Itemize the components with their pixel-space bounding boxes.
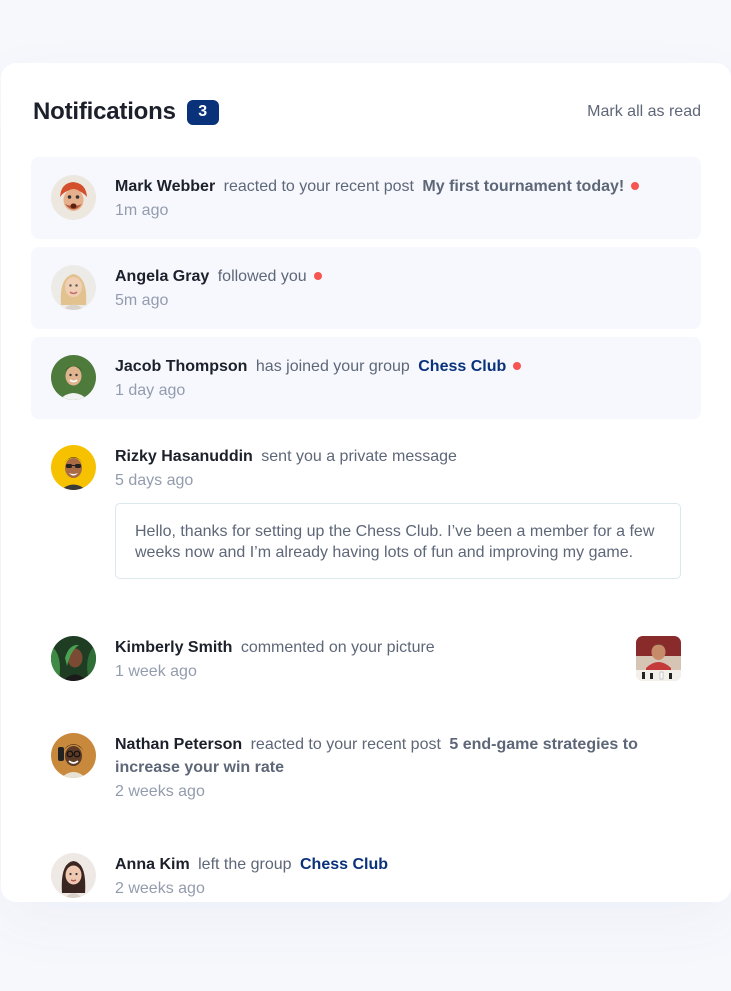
timestamp: 5 days ago bbox=[115, 472, 194, 489]
timestamp: 2 weeks ago bbox=[115, 783, 205, 800]
notification-action: sent you a private message bbox=[261, 448, 457, 465]
timestamp: 5m ago bbox=[115, 292, 169, 309]
avatar-mark-webber[interactable] bbox=[51, 175, 96, 220]
notification-item[interactable]: Mark Webber reacted to your recent post … bbox=[31, 157, 701, 239]
avatar-anna-kim[interactable] bbox=[51, 853, 96, 898]
notification-text: Anna Kim left the group Chess Club bbox=[115, 853, 681, 876]
notifications-card: Notifications 3 Mark all as read Mark We… bbox=[1, 63, 731, 902]
avatar-jacob-thompson[interactable] bbox=[51, 355, 96, 400]
avatar-rizky-hasanuddin[interactable] bbox=[51, 445, 96, 490]
user-name[interactable]: Rizky Hasanuddin bbox=[115, 448, 253, 465]
notification-action: reacted to your recent post bbox=[250, 736, 441, 753]
user-name[interactable]: Angela Gray bbox=[115, 268, 209, 285]
unread-dot bbox=[513, 361, 522, 370]
notification-action: commented on your picture bbox=[240, 639, 435, 656]
unread-count-badge: 3 bbox=[186, 99, 219, 125]
notification-item[interactable]: Angela Gray followed you 5m ago bbox=[31, 247, 701, 329]
notification-text: Jacob Thompson has joined your group Che… bbox=[115, 355, 681, 378]
unread-dot bbox=[313, 271, 322, 280]
notification-action: reacted to your recent post bbox=[223, 178, 414, 195]
notification-item[interactable]: Jacob Thompson has joined your group Che… bbox=[31, 337, 701, 419]
user-name[interactable]: Kimberly Smith bbox=[115, 639, 232, 656]
user-name[interactable]: Jacob Thompson bbox=[115, 358, 247, 375]
user-name[interactable]: Mark Webber bbox=[115, 178, 215, 195]
timestamp: 1 week ago bbox=[115, 663, 197, 680]
page-title: Notifications bbox=[33, 98, 176, 125]
notification-item[interactable]: Kimberly Smith commented on your picture… bbox=[31, 618, 701, 700]
group-link[interactable]: Chess Club bbox=[300, 856, 388, 873]
post-link[interactable]: My first tournament today! bbox=[422, 178, 624, 195]
notification-item[interactable]: Rizky Hasanuddin sent you a private mess… bbox=[31, 427, 701, 596]
avatar-angela-gray[interactable] bbox=[51, 265, 96, 310]
notification-text: Mark Webber reacted to your recent post … bbox=[115, 175, 681, 198]
notification-list: Mark Webber reacted to your recent post … bbox=[31, 157, 701, 925]
user-name[interactable]: Anna Kim bbox=[115, 856, 190, 873]
title-wrap: Notifications 3 bbox=[33, 98, 219, 126]
notification-text: Nathan Peterson reacted to your recent p… bbox=[115, 733, 681, 779]
notification-action: followed you bbox=[217, 268, 307, 285]
notification-text: Angela Gray followed you bbox=[115, 265, 681, 288]
timestamp: 2 weeks ago bbox=[115, 880, 205, 897]
notification-text: Kimberly Smith commented on your picture bbox=[115, 636, 681, 659]
unread-dot bbox=[631, 181, 640, 190]
notification-text: Rizky Hasanuddin sent you a private mess… bbox=[115, 445, 681, 468]
timestamp: 1 day ago bbox=[115, 382, 186, 399]
avatar-nathan-peterson[interactable] bbox=[51, 733, 96, 778]
commented-picture-thumbnail[interactable] bbox=[636, 636, 681, 681]
timestamp: 1m ago bbox=[115, 202, 169, 219]
user-name[interactable]: Nathan Peterson bbox=[115, 736, 242, 753]
group-link[interactable]: Chess Club bbox=[418, 358, 506, 375]
notifications-header: Notifications 3 Mark all as read bbox=[33, 97, 701, 127]
notification-action: left the group bbox=[198, 856, 292, 873]
mark-all-as-read-button[interactable]: Mark all as read bbox=[587, 103, 701, 121]
avatar-kimberly-smith[interactable] bbox=[51, 636, 96, 681]
notification-item[interactable]: Anna Kim left the group Chess Club 2 wee… bbox=[31, 835, 701, 917]
private-message-preview[interactable]: Hello, thanks for setting up the Chess C… bbox=[115, 503, 681, 579]
notification-item[interactable]: Nathan Peterson reacted to your recent p… bbox=[31, 715, 701, 820]
notification-action: has joined your group bbox=[255, 358, 410, 375]
